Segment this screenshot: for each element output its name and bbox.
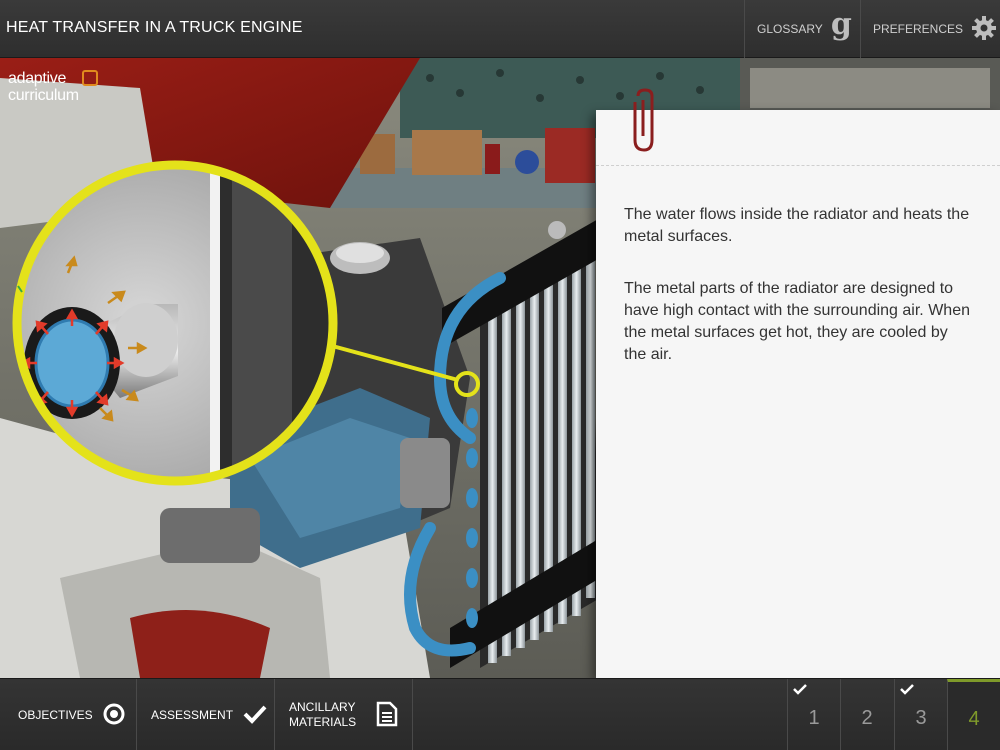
assessment-button[interactable]: ASSESSMENT (137, 679, 275, 750)
page-title: HEAT TRANSFER IN A TRUCK ENGINE (6, 19, 303, 36)
completed-check-icon (793, 684, 807, 695)
objectives-button[interactable]: OBJECTIVES (0, 679, 137, 750)
page-number: 2 (861, 706, 873, 729)
page-number: 1 (808, 706, 820, 729)
logo-mark-icon (82, 70, 98, 86)
page-number: 4 (968, 708, 980, 730)
ancillary-materials-label: ANCILLARY MATERIALS (289, 700, 357, 729)
adaptive-curriculum-logo: adaptive curriculum (8, 70, 104, 110)
page-button-2[interactable]: 2 (840, 679, 893, 750)
objectives-label: OBJECTIVES (18, 708, 93, 722)
logo-line-2: curriculum (8, 87, 79, 104)
glossary-label: GLOSSARY (757, 22, 823, 36)
checkmark-icon (243, 704, 267, 727)
document-icon (376, 701, 398, 730)
page-button-4-current[interactable]: 4 (947, 679, 1000, 750)
glossary-button[interactable]: GLOSSARY g (744, 0, 860, 58)
preferences-button[interactable]: PREFERENCES (860, 0, 1000, 58)
completed-check-icon (900, 684, 914, 695)
target-icon (103, 703, 125, 728)
page-number: 3 (915, 706, 927, 729)
page-button-3[interactable]: 3 (894, 679, 947, 750)
gear-icon (971, 15, 997, 44)
preferences-label: PREFERENCES (873, 22, 964, 36)
page-button-1[interactable]: 1 (787, 679, 840, 750)
ancillary-materials-button[interactable]: ANCILLARY MATERIALS (275, 679, 413, 750)
top-bar: HEAT TRANSFER IN A TRUCK ENGINE GLOSSARY… (0, 0, 1000, 58)
bottom-bar: OBJECTIVES ASSESSMENT ANCILLARY MATERIAL… (0, 678, 1000, 750)
simulation-scene: adaptive curriculum The water flows insi… (0, 58, 1000, 678)
note-paragraph-1: The water flows inside the radiator and … (624, 206, 970, 245)
glossary-icon: g (830, 7, 852, 42)
assessment-label: ASSESSMENT (151, 708, 234, 722)
note-paragraph-2: The metal parts of the radiator are desi… (624, 280, 970, 363)
explanation-note: The water flows inside the radiator and … (596, 88, 1000, 678)
paperclip-icon (633, 88, 654, 152)
